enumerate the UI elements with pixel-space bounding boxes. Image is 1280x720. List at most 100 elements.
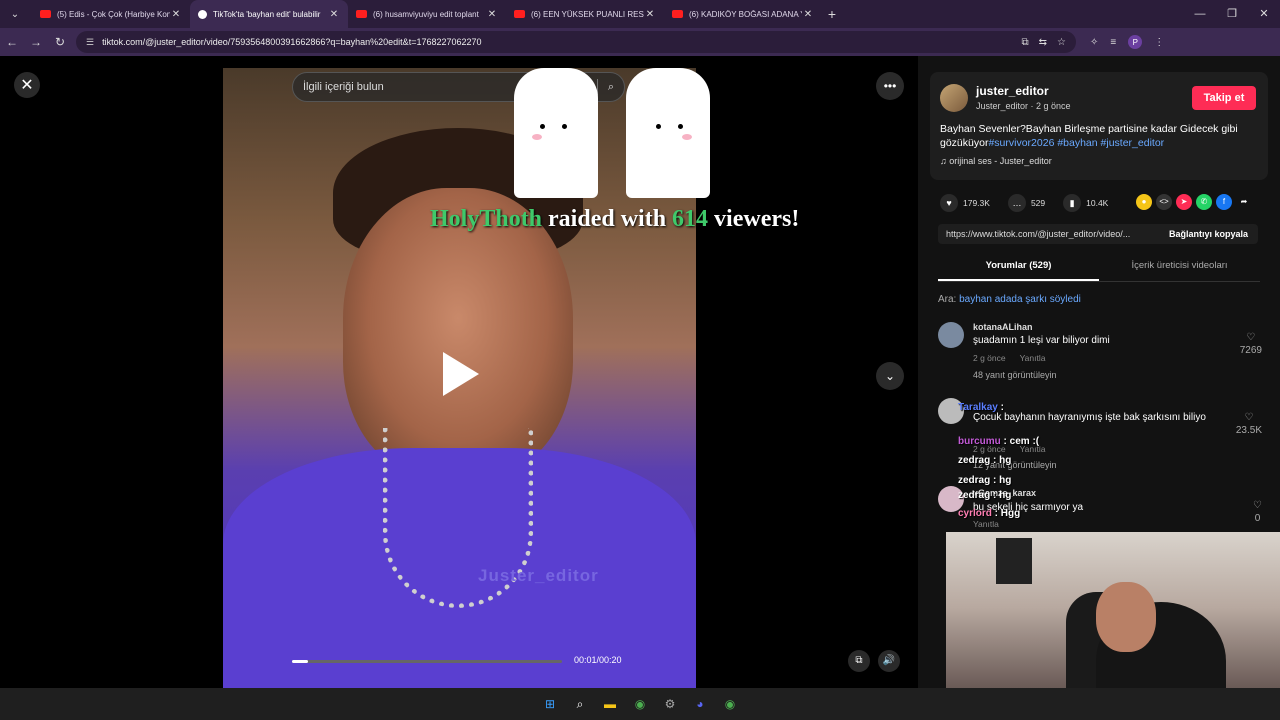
chat-user: Taralkay bbox=[958, 402, 998, 413]
browser-tab[interactable]: (5) Edis - Çok Çok (Harbiye Kon ✕ bbox=[32, 0, 190, 28]
video-progress-bar[interactable] bbox=[292, 660, 562, 663]
bunny-blush bbox=[682, 134, 692, 140]
browser-tab[interactable]: (6) EEN YÜKSEK PUANLI RESTO ✕ bbox=[506, 0, 664, 28]
coin-icon[interactable]: ● bbox=[1136, 194, 1152, 210]
tab-title: TikTok'ta 'bayhan edit' bulabilir bbox=[213, 9, 321, 19]
music-row[interactable]: ♫ orijinal ses - Juster_editor bbox=[940, 156, 1052, 166]
bunny-eye bbox=[562, 124, 567, 129]
author-name[interactable]: juster_editor bbox=[976, 84, 1049, 98]
chat-message: : bbox=[997, 402, 1004, 413]
share-arrow-icon[interactable]: ➦ bbox=[1236, 194, 1252, 210]
new-tab-icon[interactable]: + bbox=[822, 6, 842, 22]
engagement-stats: ♥ 179.3K … 529 ▮ 10.4K bbox=[940, 194, 1126, 212]
tab-search-icon[interactable]: ⌄ bbox=[4, 3, 26, 25]
whatsapp-icon[interactable]: ✆ bbox=[1196, 194, 1212, 210]
translate-icon[interactable]: ⇆ bbox=[1039, 37, 1047, 48]
back-icon[interactable]: ← bbox=[0, 35, 24, 49]
comment-like[interactable]: ♡ 7269 bbox=[1240, 332, 1262, 356]
facebook-icon[interactable]: f bbox=[1216, 194, 1232, 210]
comment-like-count: 23.5K bbox=[1235, 425, 1262, 436]
browser-tab-active[interactable]: TikTok'ta 'bayhan edit' bulabilir ✕ bbox=[190, 0, 348, 28]
address-bar[interactable]: ☰ tiktok.com/@juster_editor/video/759356… bbox=[76, 31, 1076, 53]
raid-alert: HolyThoth raided with 614 viewers! bbox=[430, 206, 799, 233]
description-hashtags[interactable]: #survivor2026 #bayhan #juster_editor bbox=[988, 137, 1164, 149]
windows-start-icon[interactable]: ⊞ bbox=[540, 694, 560, 714]
copy-link-button[interactable]: Bağlantıyı kopyala bbox=[1159, 229, 1258, 239]
tab-title: (6) husamviyuviyu edit toplant bbox=[373, 9, 479, 19]
streamer-head bbox=[1096, 582, 1156, 652]
settings-gear-icon[interactable]: ⚙ bbox=[660, 694, 680, 714]
menu-dots-icon[interactable]: ⋮ bbox=[1154, 37, 1164, 48]
install-icon[interactable]: ⧉ bbox=[1022, 37, 1029, 48]
comment-like-count: 7269 bbox=[1239, 345, 1262, 356]
browser-tab[interactable]: (6) husamviyuviyu edit toplant ✕ bbox=[348, 0, 506, 28]
reply-button[interactable]: Yanıtla bbox=[1020, 353, 1046, 363]
send-icon[interactable]: ➤ bbox=[1176, 194, 1192, 210]
chat-message: : hg bbox=[990, 490, 1012, 501]
chat-line: Taralkay : bbox=[958, 398, 1039, 418]
minimize-icon[interactable]: — bbox=[1184, 0, 1216, 28]
restore-icon[interactable]: ❐ bbox=[1216, 0, 1248, 28]
tab-close-icon[interactable]: ✕ bbox=[644, 9, 656, 20]
comment-count: 529 bbox=[1030, 198, 1046, 208]
browser-tab[interactable]: (6) KADIKÖY BOĞASI ADANA Y ✕ bbox=[664, 0, 822, 28]
chrome-active-icon[interactable]: ◉ bbox=[720, 694, 740, 714]
bookmark-icon: ▮ bbox=[1063, 194, 1082, 212]
comment-button[interactable]: … 529 bbox=[1007, 194, 1046, 212]
chat-message: : hg bbox=[990, 455, 1012, 466]
window-close-icon[interactable]: ✕ bbox=[1248, 0, 1280, 28]
url-text: tiktok.com/@juster_editor/video/75935648… bbox=[102, 37, 482, 47]
extensions-icon[interactable]: ✧ bbox=[1090, 37, 1098, 48]
chat-user: zedrag bbox=[958, 455, 991, 466]
volume-icon[interactable]: 🔊 bbox=[878, 650, 900, 672]
chrome-icon[interactable]: ◉ bbox=[630, 694, 650, 714]
heart-icon: ♥ bbox=[940, 194, 958, 212]
pip-icon[interactable]: ⧉ bbox=[848, 650, 870, 672]
author-avatar[interactable] bbox=[940, 84, 968, 112]
play-icon[interactable] bbox=[443, 352, 479, 396]
bunny-eye bbox=[678, 124, 683, 129]
like-button[interactable]: ♥ 179.3K bbox=[940, 194, 990, 212]
comment-user[interactable]: kotanaALihan bbox=[973, 322, 1033, 332]
follow-button[interactable]: Takip et bbox=[1192, 86, 1256, 110]
reload-icon[interactable]: ↻ bbox=[48, 35, 72, 49]
video-watermark: Juster_editor bbox=[478, 566, 599, 585]
tab-comments[interactable]: Yorumlar (529) bbox=[938, 256, 1099, 281]
profile-avatar-icon[interactable]: P bbox=[1128, 35, 1143, 49]
search-query: bayhan adada şarkı söyledi bbox=[959, 294, 1081, 305]
tab-title: (6) EEN YÜKSEK PUANLI RESTO bbox=[531, 9, 644, 19]
site-info-icon[interactable]: ☰ bbox=[86, 37, 94, 48]
chat-user: zedrag bbox=[958, 474, 991, 486]
tab-close-icon[interactable]: ✕ bbox=[486, 9, 498, 20]
tab-title: (5) Edis - Çok Çok (Harbiye Kon bbox=[57, 9, 170, 19]
tab-title: (6) KADIKÖY BOĞASI ADANA Y bbox=[689, 9, 802, 19]
youtube-icon bbox=[672, 10, 683, 18]
discord-icon[interactable]: ◕ bbox=[690, 694, 710, 714]
search-icon[interactable]: ⌕ bbox=[570, 694, 590, 714]
bookmark-star-icon[interactable]: ☆ bbox=[1057, 37, 1066, 48]
next-video-chevron-icon[interactable]: ⌄ bbox=[876, 362, 904, 390]
video-link-url: https://www.tiktok.com/@juster_editor/vi… bbox=[946, 229, 1131, 239]
video-time: 00:01/00:20 bbox=[574, 655, 622, 665]
save-button[interactable]: ▮ 10.4K bbox=[1063, 194, 1108, 212]
embed-icon[interactable]: <> bbox=[1156, 194, 1172, 210]
comment-like[interactable]: ♡ 23.5K bbox=[1236, 412, 1262, 436]
omnibox-actions: ⧉ ⇆ ☆ bbox=[1022, 37, 1067, 48]
search-icon[interactable]: ⌕ bbox=[608, 81, 614, 94]
tab-close-icon[interactable]: ✕ bbox=[170, 9, 182, 20]
tab-creator-videos[interactable]: İçerik üreticisi videoları bbox=[1099, 256, 1260, 281]
view-replies[interactable]: 48 yanıt görüntüleyin bbox=[973, 370, 1057, 380]
file-explorer-icon[interactable]: ▬ bbox=[600, 694, 620, 714]
comment-like[interactable]: ♡ 0 bbox=[1253, 500, 1262, 524]
close-icon[interactable]: ✕ bbox=[14, 72, 40, 98]
commenter-avatar[interactable] bbox=[938, 322, 964, 348]
more-options-icon[interactable]: ••• bbox=[876, 72, 904, 100]
tab-close-icon[interactable]: ✕ bbox=[328, 9, 340, 20]
reading-list-icon[interactable]: ≡ bbox=[1110, 37, 1116, 48]
like-count: 179.3K bbox=[963, 198, 990, 208]
search-suggestion[interactable]: Ara: bayhan adada şarkı söyledi bbox=[938, 294, 1081, 305]
toolbar-right: ✧ ≡ P ⋮ bbox=[1090, 35, 1164, 49]
forward-icon[interactable]: → bbox=[24, 35, 48, 49]
tab-close-icon[interactable]: ✕ bbox=[802, 9, 814, 20]
music-note-icon: ♫ bbox=[940, 156, 947, 166]
